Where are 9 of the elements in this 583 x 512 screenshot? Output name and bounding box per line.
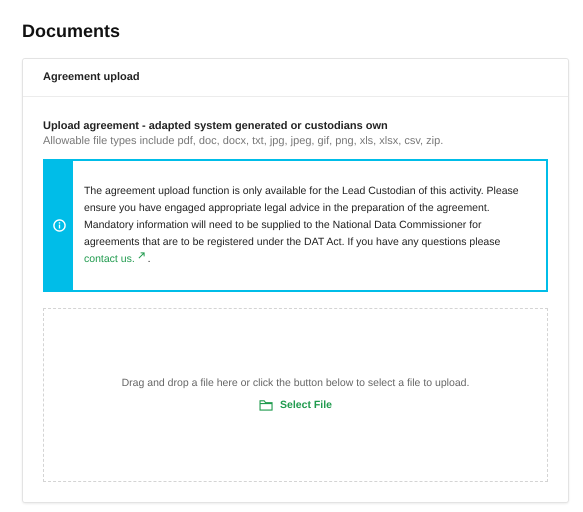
file-dropzone[interactable]: Drag and drop a file here or click the button below to select a file to upload. Select File [43,308,548,482]
section-hint: Allowable file types include pdf, doc, docx, txt, jpg, jpeg, gif, png, xls, xlsx, csv, zip. [43,134,444,149]
select-file-button[interactable]: Select File [255,397,336,413]
section-title: Upload agreement - adapted system generated or custodians own [43,119,389,134]
alert-message: The agreement upload function is only available for the Lead Custodian of this activity. Please ensure you have engaged appropriate legal advice in the preparation of the agreement. Mandatory information will need to be supplied to the National Data Commissioner for agreements that are to be registered under the DAT Act. If you have any questions please contact us. . [83,184,520,267]
page-title: Documents [22,20,122,43]
contact-link[interactable]: contact us. [84,253,145,265]
card-header: Agreement upload [23,59,568,97]
dropzone-instruction: Drag and drop a file here or click the button below to select a file to upload. [122,377,470,389]
